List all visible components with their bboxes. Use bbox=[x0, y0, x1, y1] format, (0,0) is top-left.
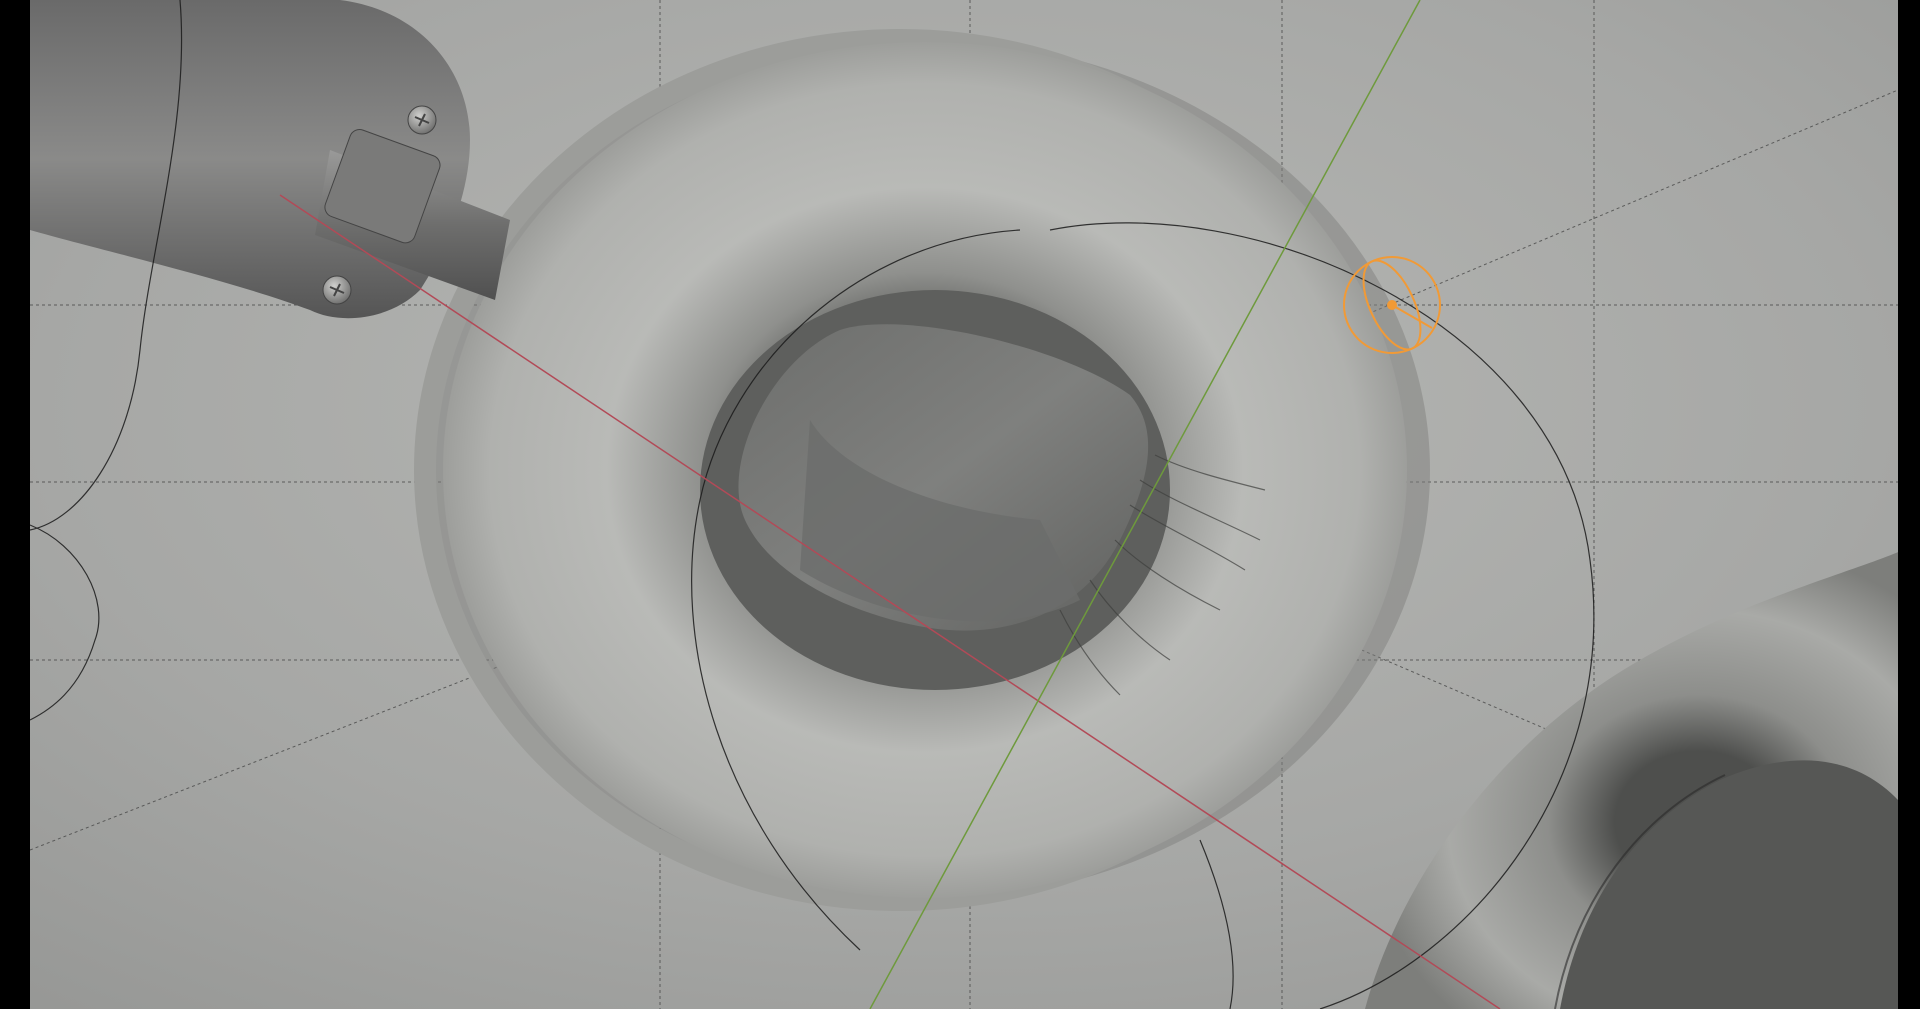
3d-viewport[interactable] bbox=[0, 0, 1920, 1009]
viewport-scene[interactable] bbox=[0, 0, 1920, 1009]
viewport-letterbox-right bbox=[1898, 0, 1920, 1009]
ear-cushion-front[interactable] bbox=[414, 29, 1430, 911]
viewport-letterbox-left bbox=[0, 0, 30, 1009]
